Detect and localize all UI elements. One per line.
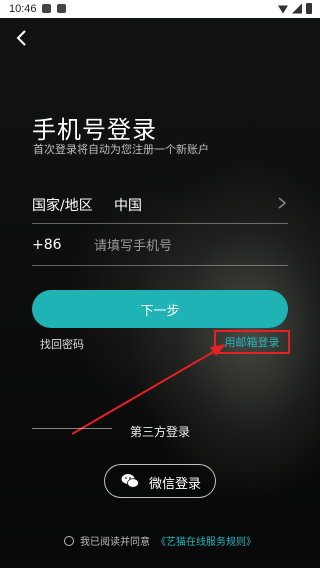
region-label: 国家/地区 xyxy=(32,198,93,214)
page-title: 手机号登录 xyxy=(32,116,157,144)
status-bar: 10:46 xyxy=(0,0,320,18)
region-value: 中国 xyxy=(114,198,142,214)
find-password-link[interactable]: 找回密码 xyxy=(40,336,84,352)
email-login-link[interactable]: 用邮箱登录 xyxy=(214,330,290,354)
back-chevron-icon xyxy=(16,30,26,46)
wechat-login-button[interactable]: 微信登录 xyxy=(104,464,216,498)
signal-icon xyxy=(292,3,302,14)
phone-input[interactable] xyxy=(94,235,274,257)
agreement-prefix: 我已阅读并同意 xyxy=(80,537,150,548)
agree-radio[interactable] xyxy=(64,535,74,546)
wifi-icon xyxy=(278,5,288,14)
third-party-label: 第三方登录 xyxy=(130,425,191,439)
agreement-row: 我已阅读并同意 《艺猫在线服务规则》 xyxy=(64,533,256,548)
divider xyxy=(32,428,112,429)
notification-icon xyxy=(57,4,66,13)
back-button[interactable] xyxy=(12,28,32,48)
email-login-label: 用邮箱登录 xyxy=(224,336,280,349)
service-rules-link[interactable]: 《艺猫在线服务规则》 xyxy=(156,533,256,548)
wechat-login-label: 微信登录 xyxy=(149,477,202,492)
page-subtitle: 首次登录将自动为您注册一个新账户 xyxy=(33,143,209,156)
next-button[interactable]: 下一步 xyxy=(32,290,288,328)
chevron-right-icon xyxy=(278,197,287,209)
country-code[interactable]: +86 xyxy=(32,237,62,253)
phone-row: +86 xyxy=(32,226,288,266)
status-time: 10:46 xyxy=(9,3,37,15)
wechat-icon xyxy=(121,474,139,488)
region-selector[interactable]: 国家/地区 中国 xyxy=(32,184,288,224)
battery-icon xyxy=(306,3,312,14)
notification-icon xyxy=(42,4,51,13)
